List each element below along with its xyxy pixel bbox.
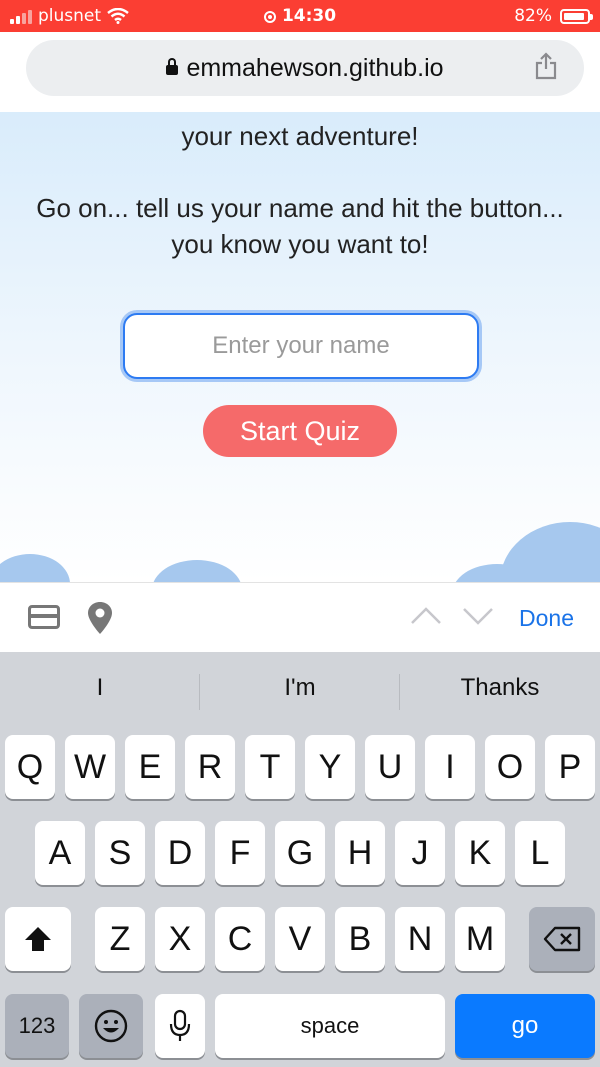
- clock: 14:30: [281, 6, 337, 26]
- key[interactable]: X: [155, 907, 205, 971]
- key[interactable]: S: [95, 821, 145, 885]
- emoji-icon: [94, 1009, 128, 1043]
- instruction-text: Go on... tell us your name and hit the b…: [36, 193, 564, 223]
- key[interactable]: F: [215, 821, 265, 885]
- key[interactable]: D: [155, 821, 205, 885]
- address-bar[interactable]: emmahewson.github.io: [26, 40, 584, 96]
- battery-icon: [560, 8, 593, 24]
- key[interactable]: R: [185, 735, 235, 799]
- key[interactable]: W: [65, 735, 115, 799]
- key[interactable]: M: [455, 907, 505, 971]
- url-text: emmahewson.github.io: [186, 54, 444, 82]
- lock-icon: [166, 58, 179, 75]
- key[interactable]: V: [275, 907, 325, 971]
- key[interactable]: T: [245, 735, 295, 799]
- key[interactable]: C: [215, 907, 265, 971]
- key[interactable]: N: [395, 907, 445, 971]
- cloud-decoration: [500, 522, 600, 582]
- share-icon[interactable]: [534, 52, 558, 80]
- backspace-icon: [543, 926, 581, 952]
- microphone-icon: [169, 1009, 191, 1041]
- key[interactable]: L: [515, 821, 565, 885]
- suggestion-item[interactable]: I'm: [200, 674, 400, 702]
- name-input[interactable]: [123, 313, 479, 379]
- key[interactable]: J: [395, 821, 445, 885]
- key[interactable]: B: [335, 907, 385, 971]
- key[interactable]: Y: [305, 735, 355, 799]
- space-key[interactable]: space: [215, 994, 445, 1058]
- battery-percent: 82%: [514, 6, 552, 26]
- key[interactable]: U: [365, 735, 415, 799]
- key[interactable]: Q: [5, 735, 55, 799]
- key[interactable]: G: [275, 821, 325, 885]
- status-bar: plusnet 14:30 82%: [0, 0, 600, 32]
- keyboard-accessory-bar: Done: [0, 582, 600, 653]
- web-page: your next adventure! Go on... tell us yo…: [0, 112, 600, 582]
- key[interactable]: I: [425, 735, 475, 799]
- location-pin-icon[interactable]: [87, 601, 113, 635]
- go-key[interactable]: go: [455, 994, 595, 1058]
- credit-card-icon[interactable]: [28, 605, 60, 629]
- recording-icon: [263, 11, 276, 23]
- key[interactable]: P: [545, 735, 595, 799]
- dictation-key[interactable]: [155, 994, 205, 1058]
- key[interactable]: O: [485, 735, 535, 799]
- shift-icon: [25, 927, 51, 951]
- key[interactable]: E: [125, 735, 175, 799]
- browser-toolbar: emmahewson.github.io: [0, 32, 600, 113]
- key[interactable]: A: [35, 821, 85, 885]
- start-quiz-button[interactable]: Start Quiz: [203, 405, 397, 457]
- suggestion-item[interactable]: Thanks: [400, 674, 600, 702]
- emoji-key[interactable]: [79, 994, 143, 1058]
- instruction-text-2: you know you want to!: [171, 229, 429, 259]
- suggestion-item[interactable]: I: [0, 674, 200, 702]
- done-button[interactable]: Done: [519, 605, 574, 632]
- numbers-key[interactable]: 123: [5, 994, 69, 1058]
- delete-key[interactable]: [529, 907, 595, 971]
- cloud-decoration: [152, 560, 242, 582]
- chevron-up-icon[interactable]: [410, 603, 442, 629]
- suggestion-bar: I I'm Thanks: [0, 652, 600, 728]
- key[interactable]: K: [455, 821, 505, 885]
- on-screen-keyboard: I I'm Thanks Q W E R T Y U I O P A S D F…: [0, 652, 600, 1067]
- cloud-decoration: [0, 554, 70, 582]
- key[interactable]: H: [335, 821, 385, 885]
- chevron-down-icon[interactable]: [462, 603, 494, 629]
- shift-key[interactable]: [5, 907, 71, 971]
- intro-text: your next adventure!: [181, 121, 419, 151]
- key[interactable]: Z: [95, 907, 145, 971]
